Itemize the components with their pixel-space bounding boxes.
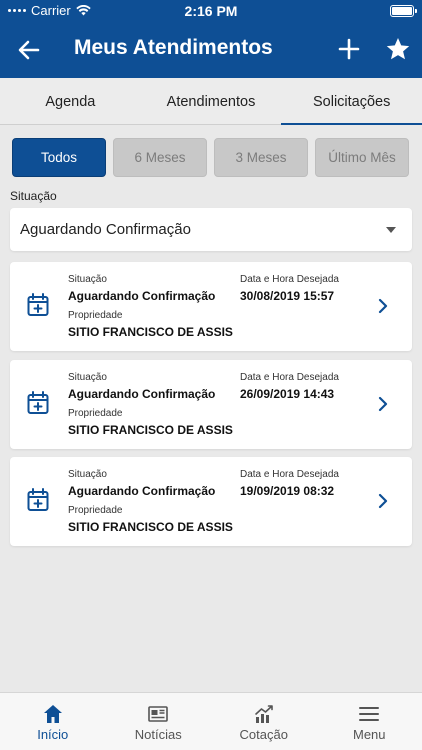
nav-cotacao[interactable]: Cotação <box>211 693 317 750</box>
nav-noticias-label: Notícias <box>134 727 182 742</box>
situacao-caption: Situação <box>68 469 107 480</box>
data-caption: Data e Hora Desejada <box>240 469 339 480</box>
nav-menu-label: Menu <box>352 727 386 742</box>
situacao-select[interactable]: Aguardando Confirmação <box>10 208 412 251</box>
request-card[interactable]: Situação Aguardando Confirmação Propried… <box>10 262 412 351</box>
nav-cotacao-label: Cotação <box>239 727 288 742</box>
home-icon <box>43 705 62 723</box>
chevron-down-icon <box>386 227 396 233</box>
star-icon[interactable] <box>385 36 411 62</box>
nav-menu[interactable]: Menu <box>317 693 422 750</box>
calendar-add-icon <box>27 391 49 414</box>
chevron-right-icon <box>378 493 388 509</box>
situacao-value: Aguardando Confirmação <box>68 484 216 498</box>
battery-icon <box>390 5 417 17</box>
chart-icon <box>254 705 273 723</box>
situacao-value: Aguardando Confirmação <box>68 289 216 303</box>
situacao-caption: Situação <box>68 372 107 383</box>
page-title: Meus Atendimentos <box>74 36 273 59</box>
filter-ultimo-mes-button[interactable]: Último Mês <box>315 138 409 177</box>
request-card[interactable]: Situação Aguardando Confirmação Propried… <box>10 457 412 546</box>
nav-inicio[interactable]: Início <box>0 693 106 750</box>
chevron-right-icon <box>378 298 388 314</box>
data-caption: Data e Hora Desejada <box>240 372 339 383</box>
calendar-add-icon <box>27 488 49 511</box>
data-caption: Data e Hora Desejada <box>240 274 339 285</box>
data-value: 19/09/2019 08:32 <box>240 484 335 498</box>
propriedade-caption: Propriedade <box>68 408 123 419</box>
tab-atendimentos[interactable]: Atendimentos <box>141 78 282 124</box>
situacao-value: Aguardando Confirmação <box>68 387 216 401</box>
situacao-label: Situação <box>10 189 57 203</box>
back-arrow-icon[interactable] <box>16 37 42 63</box>
period-filter-group: Todos 6 Meses 3 Meses Último Mês <box>12 138 409 177</box>
request-card[interactable]: Situação Aguardando Confirmação Propried… <box>10 360 412 449</box>
data-value: 30/08/2019 15:57 <box>240 289 335 303</box>
situacao-caption: Situação <box>68 274 107 285</box>
filter-6-meses-button[interactable]: 6 Meses <box>113 138 207 177</box>
app-header: Meus Atendimentos <box>0 22 422 78</box>
status-time: 2:16 PM <box>184 3 238 19</box>
tab-bar: Agenda Atendimentos Solicitações <box>0 78 422 125</box>
nav-noticias[interactable]: Notícias <box>106 693 212 750</box>
propriedade-caption: Propriedade <box>68 505 123 516</box>
plus-icon[interactable] <box>336 36 362 62</box>
newspaper-icon <box>148 706 169 722</box>
propriedade-value: SITIO FRANCISCO DE ASSIS <box>68 520 233 534</box>
propriedade-value: SITIO FRANCISCO DE ASSIS <box>68 423 233 437</box>
calendar-add-icon <box>27 293 49 316</box>
propriedade-caption: Propriedade <box>68 310 123 321</box>
filter-todos-button[interactable]: Todos <box>12 138 106 177</box>
tab-solicitacoes[interactable]: Solicitações <box>281 78 422 125</box>
tab-agenda[interactable]: Agenda <box>0 78 141 124</box>
filter-3-meses-button[interactable]: 3 Meses <box>214 138 308 177</box>
bottom-navigation: Início Notícias Cotação Menu <box>0 692 422 750</box>
hamburger-menu-icon <box>359 707 380 721</box>
situacao-selected-value: Aguardando Confirmação <box>20 221 191 238</box>
status-bar: Carrier 2:16 PM <box>0 0 422 22</box>
propriedade-value: SITIO FRANCISCO DE ASSIS <box>68 325 233 339</box>
chevron-right-icon <box>378 396 388 412</box>
nav-inicio-label: Início <box>37 727 69 742</box>
data-value: 26/09/2019 14:43 <box>240 387 335 401</box>
